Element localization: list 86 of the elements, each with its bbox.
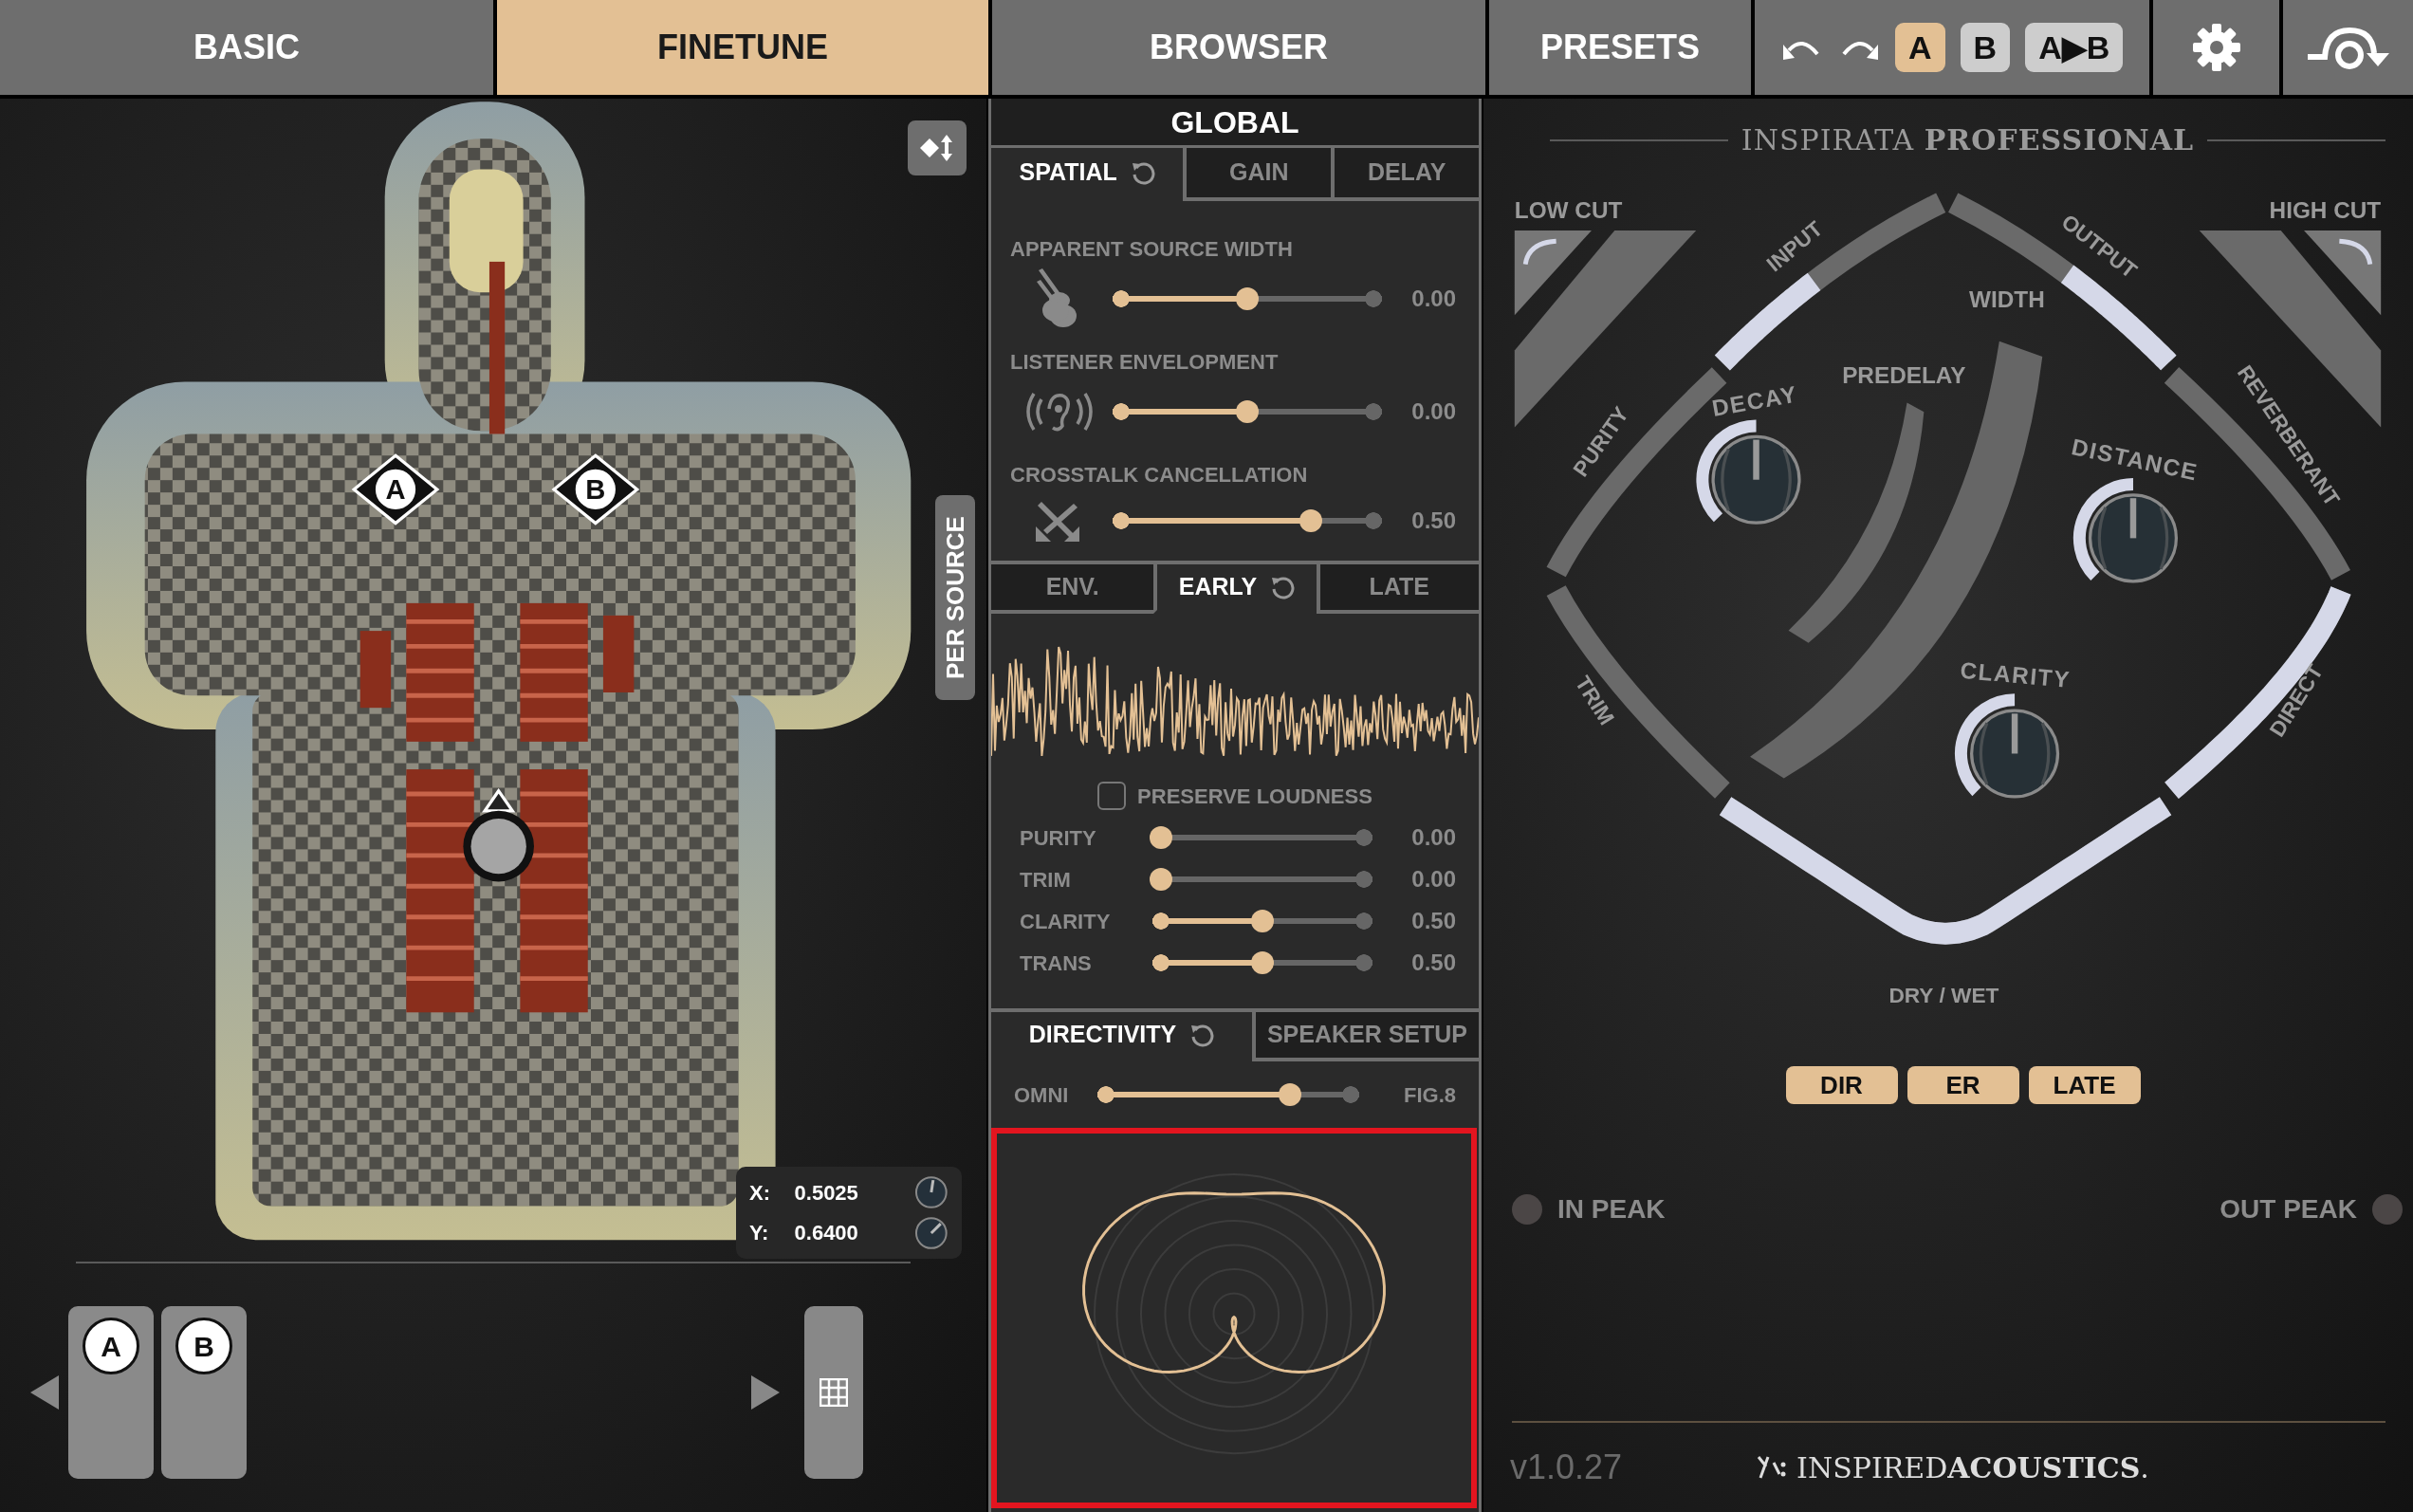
section-tab[interactable]: ENV. (991, 561, 1154, 614)
main-tab[interactable]: BASIC (0, 0, 493, 95)
source-marker[interactable]: B (551, 453, 640, 526)
section-tab[interactable]: LATE (1316, 561, 1479, 614)
filter-label: HIGH CUT (2269, 196, 2382, 223)
checkbox-label: PRESERVE LOUDNESS (1137, 783, 1372, 810)
main-tab[interactable]: BROWSER (992, 0, 1485, 95)
parameter-label: TRIM (1019, 866, 1072, 894)
parameter-value: 0.00 (1411, 865, 1456, 894)
segment-arc[interactable] (2164, 585, 2351, 800)
slider-thumb[interactable] (1236, 287, 1259, 310)
range-label: OMNI (1013, 1081, 1070, 1109)
high-cut-button[interactable] (2304, 230, 2382, 316)
settings-icon[interactable] (2190, 22, 2242, 73)
slider-thumb[interactable] (1150, 826, 1172, 849)
listener-marker[interactable] (463, 787, 534, 882)
parameter-label: PURITY (1019, 824, 1097, 852)
slider-thumb[interactable] (1150, 868, 1172, 891)
band-label: WIDTH (1969, 286, 2045, 313)
parameter-value: 0.00 (1411, 397, 1456, 426)
low-cut-button[interactable] (1514, 230, 1592, 316)
parameter-value: 0.50 (1411, 907, 1456, 935)
diamond-arrows-icon[interactable] (920, 133, 954, 163)
parameter-label: LISTENER ENVELOPMENT (1009, 349, 1280, 376)
layer-toggle[interactable]: LATE (2028, 1066, 2141, 1104)
logo-button[interactable] (2283, 0, 2413, 95)
segment-arc[interactable] (1719, 797, 2172, 945)
source-card[interactable]: A (68, 1306, 154, 1479)
coordinate-value: 0.6400 (794, 1220, 859, 1247)
slider-thumb[interactable] (1251, 951, 1274, 974)
reset-icon[interactable] (1270, 575, 1296, 599)
checkbox[interactable] (1097, 782, 1127, 810)
parameter-label: CLARITY (1019, 908, 1112, 935)
coordinate-value: 0.5025 (794, 1179, 859, 1207)
parameter-label: TRANS (1019, 950, 1093, 977)
settings-button[interactable] (2153, 0, 2279, 95)
ab-button[interactable]: A▶B (2025, 23, 2124, 72)
coordinate-label: Y: (749, 1220, 770, 1247)
place-button[interactable] (908, 120, 967, 175)
version-label: v1.0.27 (1510, 1447, 1623, 1488)
scroll-left-button[interactable] (28, 1374, 61, 1411)
source-marker[interactable]: A (351, 453, 440, 526)
source-card[interactable]: B (161, 1306, 247, 1479)
knob-label: DECAY (1709, 380, 1800, 421)
section-tab[interactable]: SPEAKER SETUP (1251, 1008, 1479, 1061)
slider-thumb[interactable] (1299, 509, 1322, 532)
section-tab[interactable]: GAIN (1183, 148, 1332, 201)
coordinate-label: X: (749, 1179, 771, 1207)
main-tab[interactable]: PRESETS (1489, 0, 1751, 95)
ab-button[interactable]: A (1895, 23, 1945, 72)
knob[interactable] (1955, 693, 2060, 799)
range-label: FIG.8 (1403, 1081, 1456, 1109)
knob[interactable] (1696, 419, 1801, 525)
grid-icon[interactable] (820, 1378, 848, 1407)
per-source-tab[interactable]: PER SOURCE (935, 495, 975, 700)
parameter-value: 0.50 (1411, 507, 1456, 535)
knob-icon[interactable] (914, 1175, 949, 1210)
layer-toggle[interactable]: ER (1906, 1066, 2019, 1104)
section-tab[interactable]: EARLY (1153, 561, 1317, 614)
knob-label: CLARITY (1959, 656, 2072, 692)
brand-name: INSPIREDACOUSTICS. (1796, 1449, 2149, 1486)
ab-button[interactable]: B (1960, 23, 2011, 72)
grid-view-button[interactable] (804, 1306, 863, 1479)
filter-label: LOW CUT (1514, 196, 1623, 223)
layer-toggle[interactable]: DIR (1785, 1066, 1898, 1104)
section-tab[interactable]: DELAY (1331, 148, 1479, 201)
peak-label: IN PEAK (1557, 1193, 1666, 1226)
band-label: PREDELAY (1842, 361, 1966, 388)
parameter-label: APPARENT SOURCE WIDTH (1009, 236, 1294, 263)
knob[interactable] (2072, 478, 2179, 583)
peak-label: OUT PEAK (2220, 1193, 2357, 1226)
slider-thumb[interactable] (1236, 400, 1259, 423)
reset-icon[interactable] (1189, 1023, 1215, 1047)
reset-icon[interactable] (1130, 160, 1155, 185)
parameter-label: CROSSTALK CANCELLATION (1009, 462, 1309, 489)
scroll-right-button[interactable] (749, 1374, 782, 1411)
parameter-value: 0.50 (1411, 949, 1456, 977)
product-title: INSPIRATA PROFESSIONAL (1741, 122, 2195, 158)
section-title: GLOBAL (991, 99, 1479, 148)
main-tab[interactable]: FINETUNE (497, 0, 988, 95)
slider-thumb[interactable] (1251, 910, 1274, 932)
parameter-value: 0.00 (1411, 823, 1456, 852)
slider-thumb[interactable] (1278, 1083, 1301, 1106)
parameter-value: 0.00 (1411, 285, 1456, 313)
segment-label: DRY / WET (1888, 983, 1999, 1008)
knob-icon[interactable] (914, 1215, 949, 1250)
